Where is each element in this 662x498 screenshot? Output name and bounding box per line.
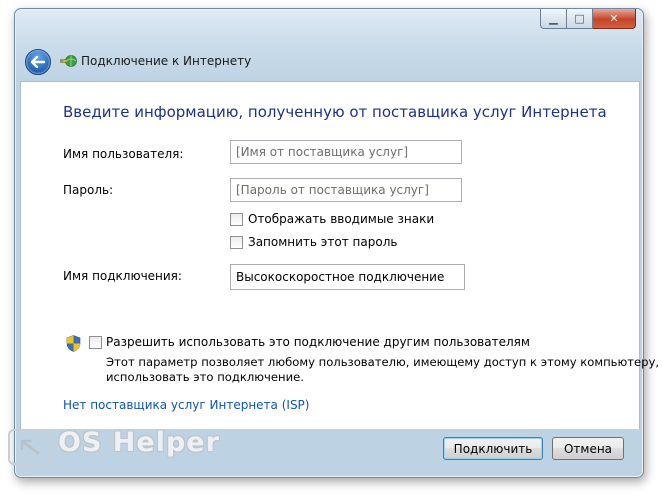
close-button[interactable]: ✕: [593, 9, 636, 29]
remember-password-checkbox[interactable]: [230, 236, 243, 249]
caption-buttons: ▁ □ ✕: [540, 9, 636, 29]
connect-button[interactable]: Подключить: [443, 437, 543, 460]
allow-others-label: Разрешить использовать это подключение д…: [106, 335, 530, 349]
connection-wizard-window: ▁ □ ✕ Подключение к Интернету Введите ин…: [14, 8, 659, 478]
password-label: Пароль:: [63, 183, 114, 197]
connection-name-input[interactable]: Высокоскоростное подключение: [230, 264, 465, 290]
wizard-content: Введите информацию, полученную от постав…: [20, 81, 659, 429]
back-arrow-icon: [31, 56, 45, 68]
watermark-text: OS Helper: [58, 427, 220, 458]
allow-others-checkbox[interactable]: [89, 336, 102, 349]
remember-password-label: Запомнить этот пароль: [248, 235, 398, 249]
network-globe-icon: [60, 55, 77, 67]
username-input[interactable]: [Имя от поставщика услуг]: [230, 140, 462, 164]
page-heading: Введите информацию, полученную от постав…: [63, 103, 607, 121]
allow-others-description-line2: использовать это подключение.: [106, 370, 304, 384]
uac-shield-icon: [66, 335, 81, 352]
password-input[interactable]: [Пароль от поставщика услуг]: [230, 178, 462, 202]
show-chars-checkbox[interactable]: [230, 213, 243, 226]
show-chars-label: Отображать вводимые знаки: [248, 212, 435, 226]
minimize-button[interactable]: ▁: [540, 9, 567, 29]
cancel-button[interactable]: Отмена: [552, 437, 624, 460]
watermark-logo-icon: [8, 429, 52, 465]
no-isp-link[interactable]: Нет поставщика услуг Интернета (ISP): [63, 398, 309, 412]
username-label: Имя пользователя:: [63, 147, 184, 161]
back-button[interactable]: [25, 49, 51, 75]
window-title: Подключение к Интернету: [81, 54, 252, 68]
arrow-icon: [20, 439, 40, 455]
maximize-button[interactable]: □: [567, 9, 593, 29]
connection-name-label: Имя подключения:: [63, 269, 182, 283]
allow-others-description-line1: Этот параметр позволяет любому пользоват…: [106, 355, 660, 369]
